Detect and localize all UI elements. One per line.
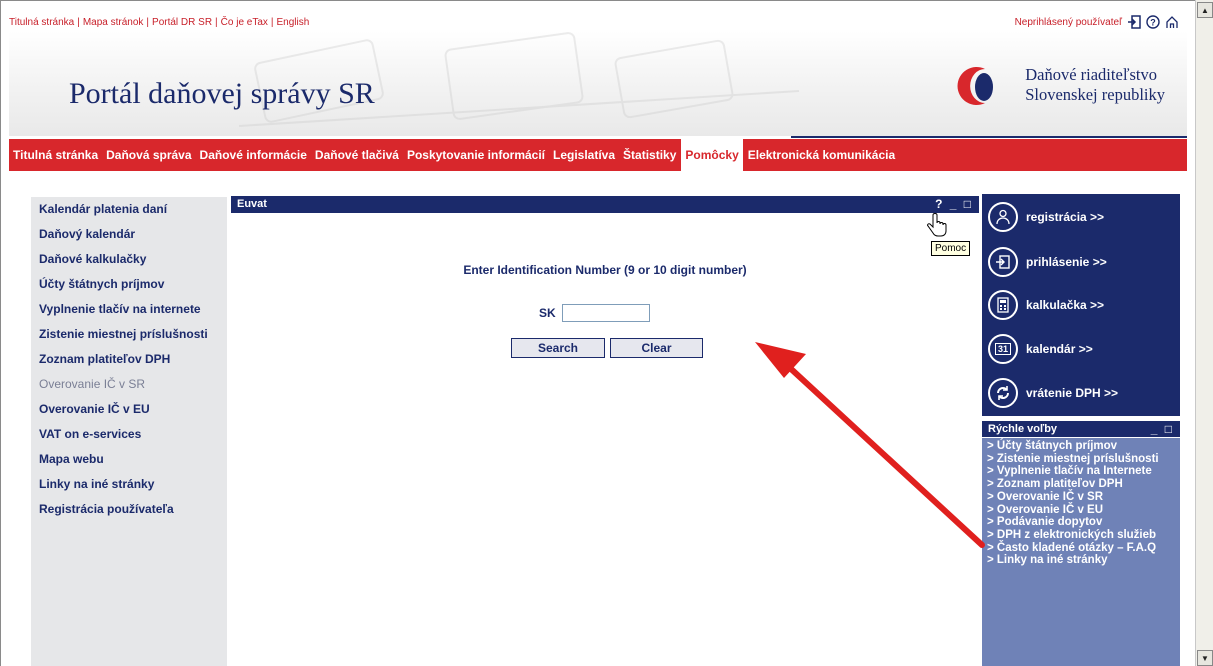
top-links: Titulná stránka | Mapa stránok | Portál DR S… (9, 17, 310, 28)
top-link-english[interactable]: English (277, 17, 310, 28)
quick-item-vat-e-services[interactable]: > DPH z elektronických služieb (987, 529, 1180, 542)
user-label[interactable]: Neprihlásený používateľ (1015, 17, 1122, 28)
id-input-row: SK (539, 304, 650, 322)
left-sidebar: Kalendár platenia daní Daňový kalendár D… (31, 197, 227, 666)
scroll-down-button[interactable]: ▼ (1197, 650, 1213, 666)
sidebar-item-id-verification-eu[interactable]: Overovanie IČ v EU (31, 399, 227, 420)
right-quick-actions: registrácia >> prihlásenie >> kalkulačka… (982, 194, 1180, 416)
calendar-link[interactable]: 31 kalendár >> (988, 334, 1093, 364)
quick-item-revenue-accounts[interactable]: > Účty štátnych príjmov (987, 440, 1180, 453)
help-tooltip: Pomoc (931, 241, 971, 256)
country-prefix-label: SK (539, 306, 556, 320)
sidebar-item-state-revenue-accounts[interactable]: Účty štátnych príjmov (31, 274, 227, 295)
main-nav: Titulná stránka Daňová správa Daňové inf… (9, 139, 1187, 171)
vat-refund-link[interactable]: vrátenie DPH >> (988, 378, 1118, 408)
browser-page: Titulná stránka | Mapa stránok | Portál DR S… (0, 0, 1195, 666)
sidebar-item-vat-e-services[interactable]: VAT on e-services (31, 424, 227, 445)
instruction-text: Enter Identification Number (9 or 10 dig… (463, 263, 747, 277)
login-icon[interactable] (1127, 15, 1141, 29)
nav-item-tools[interactable]: Pomôcky (681, 139, 743, 171)
registration-link[interactable]: registrácia >> (988, 202, 1104, 232)
clear-button[interactable]: Clear (610, 338, 703, 358)
search-button[interactable]: Search (511, 338, 605, 358)
sidebar-item-tax-calculators[interactable]: Daňové kalkulačky (31, 249, 227, 270)
nav-item-home[interactable]: Titulná stránka (9, 139, 102, 171)
login-link[interactable]: prihlásenie >> (988, 247, 1107, 277)
calendar-icon: 31 (988, 334, 1018, 364)
login-icon (988, 247, 1018, 277)
sidebar-item-online-forms[interactable]: Vyplnenie tlačív na internete (31, 299, 227, 320)
panel-header: Euvat ? _ □ (231, 196, 979, 213)
quick-item-faq[interactable]: > Často kladené otázky – F.A.Q (987, 542, 1180, 555)
org-line-1: Daňové riaditeľstvo (1025, 65, 1158, 84)
svg-text:?: ? (1150, 18, 1156, 28)
sidebar-item-other-links[interactable]: Linky na iné stránky (31, 474, 227, 495)
person-icon (988, 202, 1018, 232)
sidebar-item-sitemap[interactable]: Mapa webu (31, 449, 227, 470)
user-status: Neprihlásený používateľ ? (1015, 15, 1179, 29)
login-label: prihlásenie >> (1026, 255, 1107, 269)
sidebar-item-user-registration[interactable]: Registrácia používateľa (31, 499, 227, 520)
quick-item-id-verification-eu[interactable]: > Overovanie IČ v EU (987, 504, 1180, 517)
identification-number-input[interactable] (561, 304, 650, 322)
sidebar-item-tax-calendar[interactable]: Daňový kalendár (31, 224, 227, 245)
quick-choices-controls[interactable]: _ □ (1151, 422, 1174, 436)
sidebar-item-id-verification-sr[interactable]: Overovanie IČ v SR (31, 374, 227, 395)
organization-name: Daňové riaditeľstvo Slovenskej republiky (1025, 65, 1165, 105)
nav-item-tax-information[interactable]: Daňové informácie (196, 139, 311, 171)
nav-item-electronic-communication[interactable]: Elektronická komunikácia (744, 139, 899, 171)
calendar-glyph: 31 (994, 343, 1011, 355)
nav-item-tax-forms[interactable]: Daňové tlačivá (311, 139, 403, 171)
sidebar-item-tax-payment-calendar[interactable]: Kalendár platenia daní (31, 199, 227, 220)
panel-controls[interactable]: ? _ □ (935, 197, 973, 211)
site-header: Portál daňovej správy SR Daňové riaditeľ… (9, 31, 1187, 136)
quick-item-vat-payers[interactable]: > Zoznam platiteľov DPH (987, 478, 1180, 491)
quick-item-local-competence[interactable]: > Zistenie miestnej príslušnosti (987, 453, 1180, 466)
quick-choices-list: > Účty štátnych príjmov > Zistenie miest… (982, 438, 1180, 666)
hand-cursor-icon (927, 213, 947, 237)
top-link-home[interactable]: Titulná stránka (9, 17, 74, 28)
sidebar-item-vat-payers-list[interactable]: Zoznam platiteľov DPH (31, 349, 227, 370)
nav-item-tax-administration[interactable]: Daňová správa (102, 139, 195, 171)
calculator-label: kalkulačka >> (1026, 298, 1105, 312)
help-icon[interactable]: ? (1146, 15, 1160, 29)
vertical-scrollbar[interactable]: ▲ ▼ (1195, 0, 1213, 666)
sidebar-item-local-competence[interactable]: Zistenie miestnej príslušnosti (31, 324, 227, 345)
panel-title: Euvat (237, 198, 267, 210)
top-link-sitemap[interactable]: Mapa stránok (83, 17, 144, 28)
home-icon[interactable] (1165, 15, 1179, 29)
top-link-etax[interactable]: Čo je eTax (221, 17, 268, 28)
top-link-portal[interactable]: Portál DR SR (152, 17, 212, 28)
calendar-label: kalendár >> (1026, 342, 1093, 356)
calculator-link[interactable]: kalkulačka >> (988, 290, 1104, 320)
calculator-icon (988, 290, 1018, 320)
nav-item-statistics[interactable]: Štatistiky (619, 139, 680, 171)
quick-choices-header: Rýchle voľby _ □ (982, 421, 1180, 437)
refresh-icon (988, 378, 1018, 408)
nav-item-information-provision[interactable]: Poskytovanie informácií (403, 139, 549, 171)
nav-item-legislation[interactable]: Legislatíva (549, 139, 619, 171)
quick-choices-title: Rýchle voľby (988, 423, 1058, 435)
quick-item-inquiries[interactable]: > Podávanie dopytov (987, 516, 1180, 529)
quick-item-other-links[interactable]: > Linky na iné stránky (987, 554, 1180, 567)
quick-item-id-verification-sr[interactable]: > Overovanie IČ v SR (987, 491, 1180, 504)
organization-logo[interactable] (957, 61, 997, 109)
portal-title[interactable]: Portál daňovej správy SR (69, 77, 375, 111)
header-divider (791, 136, 1187, 138)
vat-refund-label: vrátenie DPH >> (1026, 386, 1119, 400)
quick-item-online-forms[interactable]: > Vyplnenie tlačív na Internete (987, 465, 1180, 478)
registration-label: registrácia >> (1026, 210, 1105, 224)
org-line-2: Slovenskej republiky (1025, 85, 1165, 104)
scroll-up-button[interactable]: ▲ (1197, 2, 1213, 18)
